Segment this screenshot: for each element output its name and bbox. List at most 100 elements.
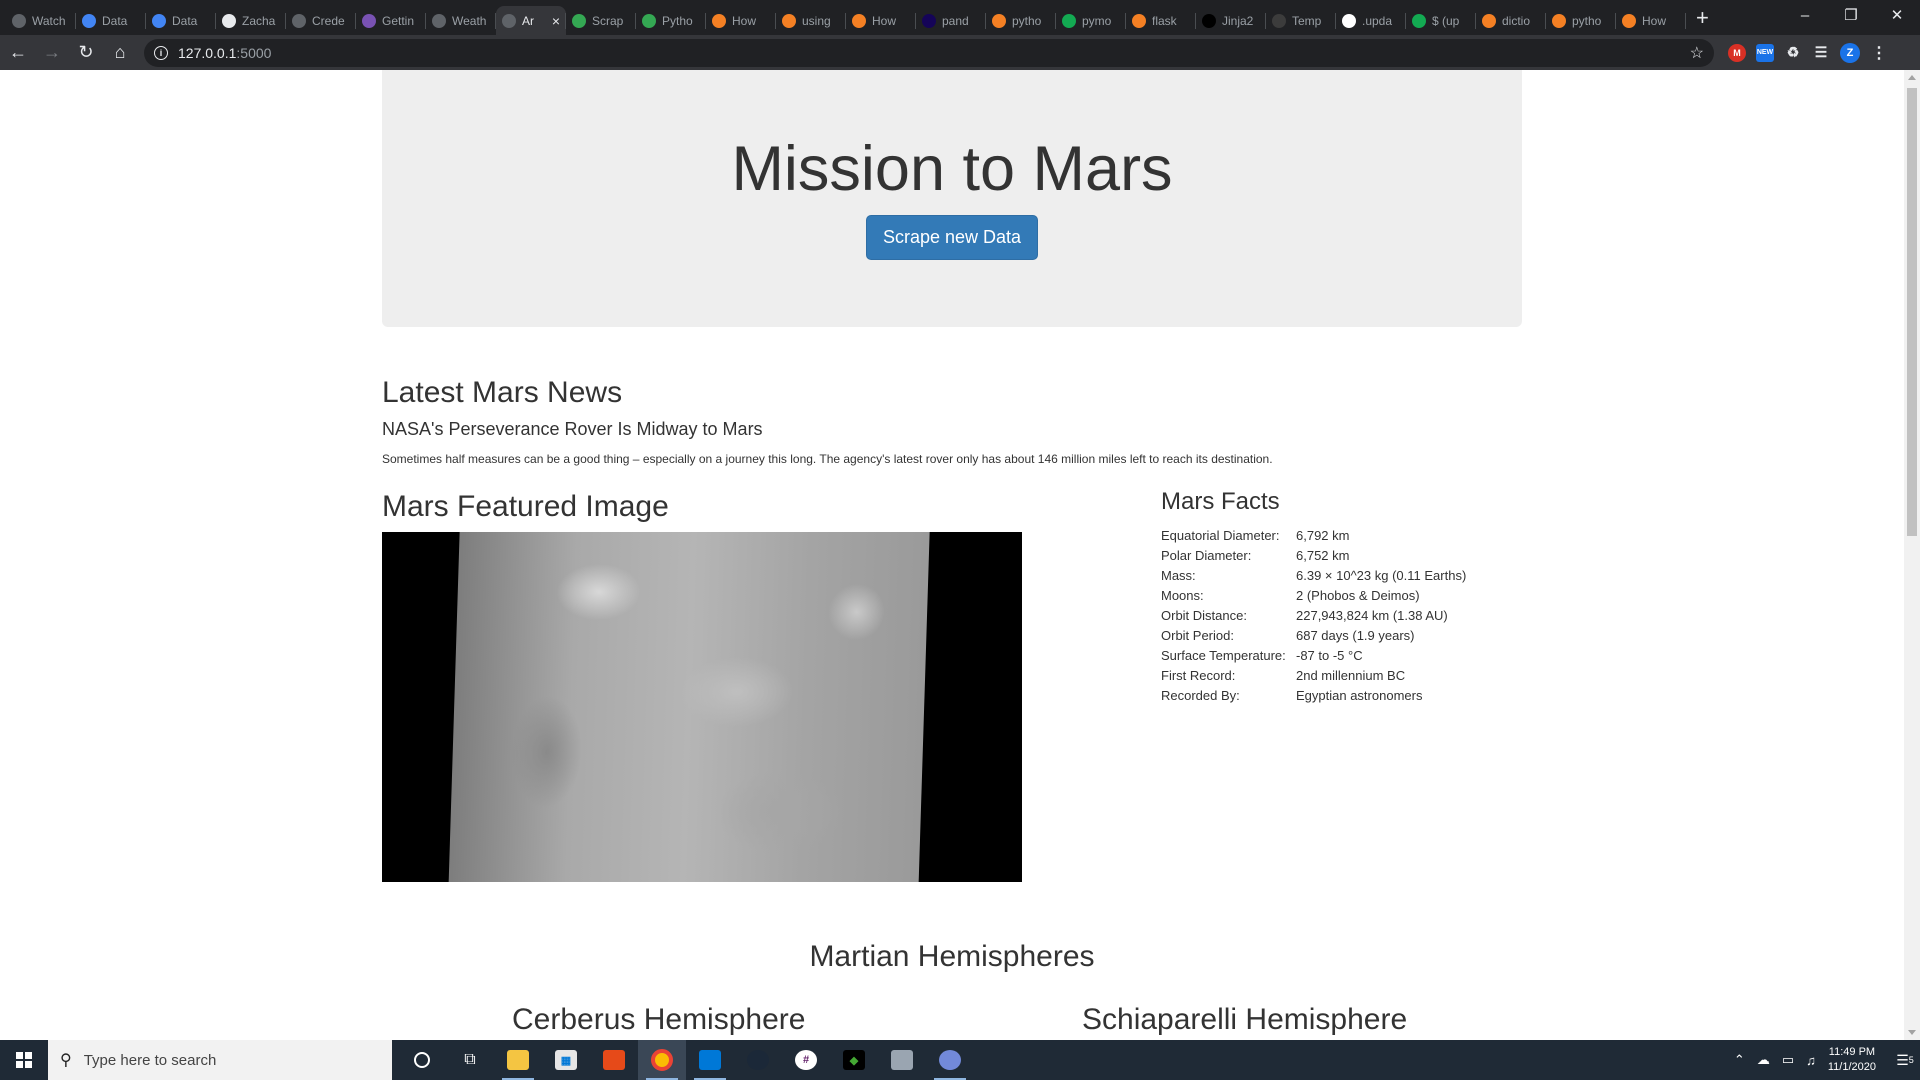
featured-image-heading: Mars Featured Image — [382, 490, 669, 523]
browser-tab[interactable]: How — [1616, 6, 1686, 35]
browser-tab[interactable]: pymo — [1056, 6, 1126, 35]
taskbar-search[interactable]: ⚲ Type here to search — [48, 1040, 392, 1080]
tab-favicon-icon — [1412, 13, 1426, 28]
fact-value: 6.39 × 10^23 kg (0.11 Earths) — [1296, 568, 1467, 583]
tab-title: Watch — [32, 13, 66, 28]
minimize-button[interactable]: – — [1782, 0, 1828, 30]
browser-tab[interactable]: Crede — [286, 6, 356, 35]
tab-title: Zacha — [242, 13, 276, 28]
news-heading: Latest Mars News — [382, 376, 623, 409]
facts-row: Surface Temperature: -87 to -5 °C — [1161, 646, 1466, 666]
tab-favicon-icon — [782, 13, 796, 28]
tab-title: flask — [1152, 13, 1177, 28]
anaconda-icon[interactable]: ◆ — [830, 1040, 878, 1080]
browser-tab[interactable]: Ar × — [496, 6, 566, 35]
office-icon[interactable] — [590, 1040, 638, 1080]
windows-logo-icon — [16, 1052, 32, 1068]
profile-avatar[interactable]: Z — [1840, 42, 1860, 63]
tab-favicon-icon — [1272, 13, 1286, 28]
start-button[interactable] — [0, 1040, 48, 1080]
featured-image — [382, 532, 1022, 882]
app-icon[interactable] — [878, 1040, 926, 1080]
tab-favicon-icon — [922, 13, 936, 28]
windows-taskbar: ⚲ Type here to search ⧉ ▦ # ◆ ⌃ ☁ ▭ ♫ 11… — [0, 1040, 1920, 1080]
fact-label: Equatorial Diameter: — [1161, 528, 1280, 543]
tab-favicon-icon — [642, 13, 656, 28]
extensions-puzzle-icon[interactable]: ♻ — [1784, 44, 1802, 62]
browser-tab[interactable]: pand — [916, 6, 986, 35]
system-tray: ⌃ ☁ ▭ ♫ 11:49 PM 11/1/2020 ☰ 5 — [1728, 1040, 1920, 1080]
browser-tab[interactable]: Zacha — [216, 6, 286, 35]
back-button[interactable]: ← — [2, 37, 34, 69]
notification-center-icon[interactable]: ☰ 5 — [1890, 1040, 1920, 1080]
forward-button[interactable]: → — [36, 37, 68, 69]
browser-tab[interactable]: Gettin — [356, 6, 426, 35]
browser-tab[interactable]: Data — [146, 6, 216, 35]
restore-button[interactable]: ❐ — [1828, 0, 1874, 30]
browser-tab[interactable]: Weath — [426, 6, 496, 35]
browser-tab[interactable]: pytho — [1546, 6, 1616, 35]
network-icon[interactable]: ▭ — [1782, 1052, 1794, 1068]
chrome-icon[interactable] — [638, 1040, 686, 1080]
vscode-icon[interactable] — [686, 1040, 734, 1080]
fact-label: Orbit Period: — [1161, 628, 1234, 643]
search-placeholder: Type here to search — [83, 1051, 217, 1069]
media-queue-icon[interactable]: ☰ — [1812, 44, 1830, 62]
steam-icon[interactable] — [734, 1040, 782, 1080]
volume-icon[interactable]: ♫ — [1806, 1053, 1816, 1068]
extension-new-icon[interactable]: NEW — [1756, 43, 1774, 62]
reload-button[interactable]: ↻ — [70, 37, 102, 69]
jumbotron: Mission to Mars Scrape new Data — [382, 70, 1522, 327]
tab-favicon-icon — [12, 13, 26, 28]
scroll-down-arrow[interactable] — [1908, 1030, 1916, 1035]
cortana-icon[interactable] — [398, 1040, 446, 1080]
browser-tab[interactable]: dictio — [1476, 6, 1546, 35]
onedrive-icon[interactable]: ☁ — [1757, 1052, 1770, 1068]
browser-tab[interactable]: pytho — [986, 6, 1056, 35]
browser-tab[interactable]: using — [776, 6, 846, 35]
browser-tab[interactable]: Jinja2 — [1196, 6, 1266, 35]
tab-close-icon[interactable]: × — [552, 13, 560, 29]
scroll-up-arrow[interactable] — [1908, 75, 1916, 80]
address-bar[interactable]: i 127.0.0.1:5000 ☆ — [144, 38, 1714, 67]
browser-tab[interactable]: Data — [76, 6, 146, 35]
browser-tab[interactable]: Pytho — [636, 6, 706, 35]
task-view-icon[interactable]: ⧉ — [446, 1040, 494, 1080]
menu-icon[interactable]: ⋮ — [1870, 44, 1888, 62]
facts-row: Polar Diameter: 6,752 km — [1161, 546, 1466, 566]
discord-icon[interactable] — [926, 1040, 974, 1080]
browser-tab[interactable]: Temp — [1266, 6, 1336, 35]
browser-tab[interactable]: Watch — [6, 6, 76, 35]
clock-time: 11:49 PM — [1828, 1046, 1876, 1058]
bookmark-star-icon[interactable]: ☆ — [1690, 43, 1704, 63]
page-scrollbar[interactable] — [1904, 70, 1920, 1040]
browser-tab[interactable]: .upda — [1336, 6, 1406, 35]
site-info-icon[interactable]: i — [154, 45, 168, 60]
extension-m-icon[interactable]: M — [1728, 43, 1746, 62]
new-tab-button[interactable]: + — [1696, 6, 1709, 29]
scrape-button[interactable]: Scrape new Data — [865, 215, 1039, 260]
tab-title: dictio — [1502, 13, 1531, 28]
close-window-button[interactable]: ✕ — [1874, 0, 1920, 30]
clock[interactable]: 11:49 PM 11/1/2020 — [1828, 1045, 1876, 1075]
browser-tab[interactable]: $ (up — [1406, 6, 1476, 35]
browser-tab[interactable]: How — [706, 6, 776, 35]
file-explorer-icon[interactable] — [494, 1040, 542, 1080]
fact-label: Mass: — [1161, 568, 1196, 583]
chevron-up-icon[interactable]: ⌃ — [1734, 1052, 1745, 1068]
facts-row: Moons: 2 (Phobos & Deimos) — [1161, 586, 1466, 606]
scrollbar-thumb[interactable] — [1907, 88, 1917, 536]
home-button[interactable]: ⌂ — [104, 37, 136, 69]
tab-title: $ (up — [1432, 13, 1460, 28]
facts-row: Recorded By: Egyptian astronomers — [1161, 686, 1466, 706]
slack-icon[interactable]: # — [782, 1040, 830, 1080]
tab-title: pytho — [1572, 13, 1602, 28]
browser-tab[interactable]: Scrap — [566, 6, 636, 35]
fact-label: Surface Temperature: — [1161, 648, 1286, 663]
store-icon[interactable]: ▦ — [542, 1040, 590, 1080]
browser-tab[interactable]: flask — [1126, 6, 1196, 35]
tab-title: Data — [102, 13, 128, 28]
browser-tab[interactable]: How — [846, 6, 916, 35]
browser-tab-strip: Watch Data Data Zacha Crede Gettin Weath Ar × Scr… — [0, 0, 1920, 35]
hemisphere-title: Cerberus Hemisphere — [512, 1003, 806, 1036]
